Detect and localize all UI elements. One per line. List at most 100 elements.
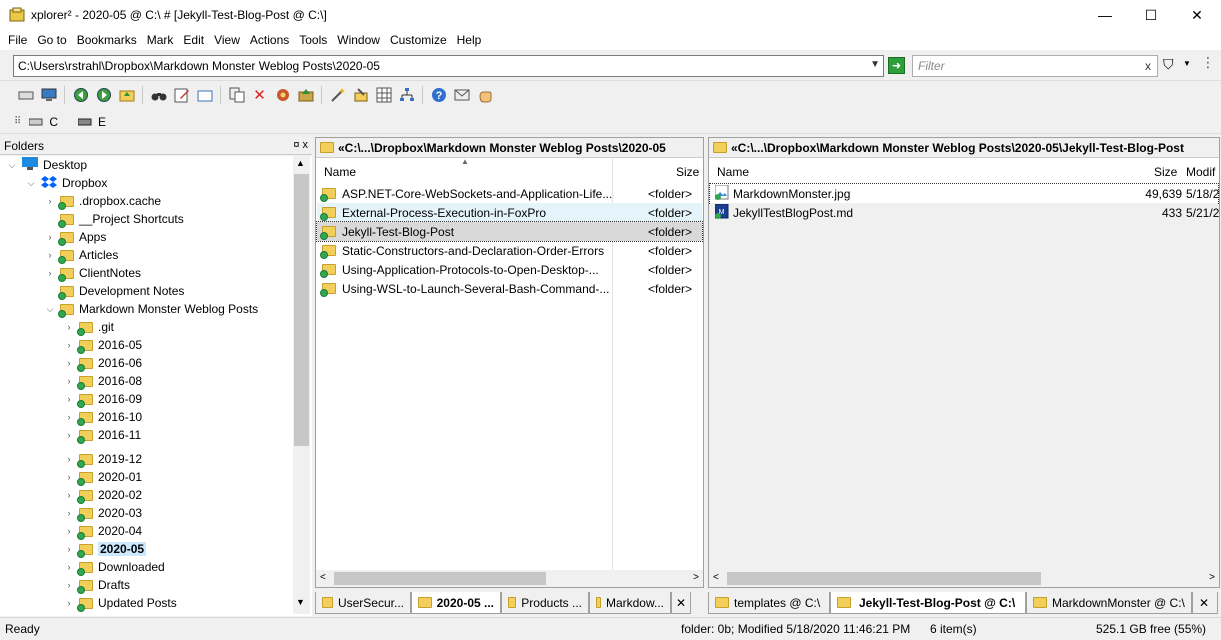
chevron-right-icon[interactable]: ›: [63, 580, 75, 590]
chevron-down-icon[interactable]: ⌵: [25, 178, 37, 189]
tree-item[interactable]: › .git: [63, 318, 114, 337]
filter-clear-button[interactable]: x: [1145, 59, 1151, 73]
tree-item[interactable]: › 2020-01: [63, 468, 142, 487]
tab-usersecur[interactable]: UserSecur...: [315, 592, 411, 614]
right-h-scrollbar[interactable]: < >: [709, 570, 1219, 587]
chevron-right-icon[interactable]: ›: [63, 562, 75, 572]
chevron-right-icon[interactable]: ›: [63, 508, 75, 518]
chevron-right-icon[interactable]: ›: [63, 358, 75, 368]
folder-up-icon[interactable]: [118, 86, 136, 104]
chevron-down-icon[interactable]: ▼: [296, 597, 305, 607]
chevron-right-icon[interactable]: ›: [44, 268, 56, 278]
column-name[interactable]: Name: [717, 165, 749, 179]
menu-window[interactable]: Window: [332, 33, 385, 47]
scrollbar-thumb[interactable]: [294, 174, 309, 446]
wand-icon[interactable]: [329, 86, 347, 104]
menu-goto[interactable]: Go to: [32, 33, 71, 47]
new-folder-icon[interactable]: [196, 86, 214, 104]
tab-close-button[interactable]: ✕: [671, 592, 691, 614]
copy-icon[interactable]: [228, 86, 246, 104]
drive-e-button[interactable]: E: [78, 115, 106, 129]
grid-view-icon[interactable]: [375, 86, 393, 104]
tree-item[interactable]: › 2016-06: [63, 354, 142, 373]
properties-icon[interactable]: [274, 86, 292, 104]
drive-c-button[interactable]: C: [29, 115, 58, 129]
back-icon[interactable]: [72, 86, 90, 104]
left-h-scrollbar[interactable]: < >: [316, 570, 703, 587]
binoculars-icon[interactable]: [150, 86, 168, 104]
tree-item[interactable]: › 2020-02: [63, 486, 142, 505]
tree-item[interactable]: › 2019-12: [63, 450, 142, 469]
menu-mark[interactable]: Mark: [142, 33, 179, 47]
menu-actions[interactable]: Actions: [245, 33, 294, 47]
tab-close-button[interactable]: ✕: [1192, 592, 1218, 614]
tree-item[interactable]: › Apps: [44, 228, 106, 247]
chevron-down-icon[interactable]: ▼: [870, 59, 880, 70]
menu-view[interactable]: View: [209, 33, 245, 47]
chevron-right-icon[interactable]: ›: [63, 394, 75, 404]
menu-file[interactable]: File: [3, 33, 32, 47]
monitor-icon[interactable]: [40, 86, 58, 104]
file-row[interactable]: Using-WSL-to-Launch-Several-Bash-Command…: [317, 279, 702, 298]
mail-icon[interactable]: [453, 86, 471, 104]
tab-templates[interactable]: templates @ C:\: [708, 592, 830, 614]
menu-tools[interactable]: Tools: [294, 33, 332, 47]
chevron-left-icon[interactable]: <: [713, 572, 719, 583]
tree-item[interactable]: › Drafts: [63, 576, 130, 595]
column-size[interactable]: Size: [676, 165, 699, 179]
tree-item[interactable]: › Updated Posts: [63, 594, 177, 613]
filter-input[interactable]: Filter x: [912, 55, 1158, 77]
tree-item[interactable]: › 2020-05: [63, 540, 147, 559]
minimize-button[interactable]: —: [1082, 0, 1128, 30]
tree-item[interactable]: › 2016-09: [63, 390, 142, 409]
tree-item[interactable]: › 2020-03: [63, 504, 142, 523]
file-row[interactable]: Static-Constructors-and-Declaration-Orde…: [317, 241, 702, 260]
close-button[interactable]: ✕: [1174, 0, 1220, 30]
move-icon[interactable]: [297, 86, 315, 104]
tree-item[interactable]: › Articles: [44, 246, 118, 265]
tree-item[interactable]: › 2016-10: [63, 408, 142, 427]
chevron-right-icon[interactable]: ›: [63, 598, 75, 608]
tree-item[interactable]: › 2016-11: [63, 426, 141, 445]
overflow-icon[interactable]: ⋮: [1201, 54, 1215, 71]
chevron-right-icon[interactable]: >: [693, 572, 699, 583]
tree-item[interactable]: › .dropbox.cache: [44, 192, 161, 211]
tab-jekyll[interactable]: Jekyll-Test-Blog-Post @ C:\: [830, 592, 1026, 614]
tree-scrollbar[interactable]: ▼ ▲: [293, 156, 310, 614]
tools-icon[interactable]: [352, 86, 370, 104]
chevron-down-icon[interactable]: ⌵: [6, 160, 18, 171]
tab-markdownmonster[interactable]: MarkdownMonster @ C:\: [1026, 592, 1192, 614]
hand-icon[interactable]: [476, 86, 494, 104]
tree-item[interactable]: › 2016-05: [63, 336, 142, 355]
tree-item[interactable]: › Downloaded: [63, 558, 165, 577]
tab-2020-05[interactable]: 2020-05 ...: [411, 592, 501, 614]
chevron-right-icon[interactable]: ›: [63, 340, 75, 350]
funnel-icon[interactable]: ⛉: [1163, 56, 1174, 73]
menu-customize[interactable]: Customize: [385, 33, 452, 47]
chevron-right-icon[interactable]: ›: [63, 472, 75, 482]
chevron-right-icon[interactable]: ›: [63, 412, 75, 422]
maximize-button[interactable]: ☐: [1128, 0, 1174, 30]
file-row[interactable]: External-Process-Execution-in-FoxPro <fol…: [317, 203, 702, 222]
chevron-right-icon[interactable]: ›: [63, 526, 75, 536]
tab-markdown[interactable]: Markdow...: [589, 592, 671, 614]
column-modified[interactable]: Modif: [1186, 165, 1215, 179]
chevron-right-icon[interactable]: ›: [63, 322, 75, 332]
file-row[interactable]: ASP.NET-Core-WebSockets-and-Application-…: [317, 184, 702, 203]
pane-pin-button[interactable]: ¤ x: [293, 139, 308, 151]
tree-item[interactable]: › ClientNotes: [44, 264, 141, 283]
tree-item[interactable]: __Project Shortcuts: [44, 210, 184, 229]
menu-bookmarks[interactable]: Bookmarks: [72, 33, 142, 47]
chevron-right-icon[interactable]: ›: [63, 430, 75, 440]
file-row[interactable]: Jekyll-Test-Blog-Post <folder>: [316, 221, 703, 242]
delete-icon[interactable]: ✕: [251, 86, 269, 104]
file-row[interactable]: M JekyllTestBlogPost.md 433 5/21/2: [710, 203, 1219, 222]
menu-edit[interactable]: Edit: [178, 33, 209, 47]
chevron-right-icon[interactable]: ›: [63, 454, 75, 464]
scrollbar-thumb[interactable]: [334, 572, 546, 585]
tab-products[interactable]: Products ...: [501, 592, 589, 614]
go-button[interactable]: ➜: [888, 57, 905, 74]
chevron-right-icon[interactable]: ›: [63, 544, 75, 554]
tree-item[interactable]: Development Notes: [44, 282, 184, 301]
chevron-right-icon[interactable]: ›: [63, 490, 75, 500]
